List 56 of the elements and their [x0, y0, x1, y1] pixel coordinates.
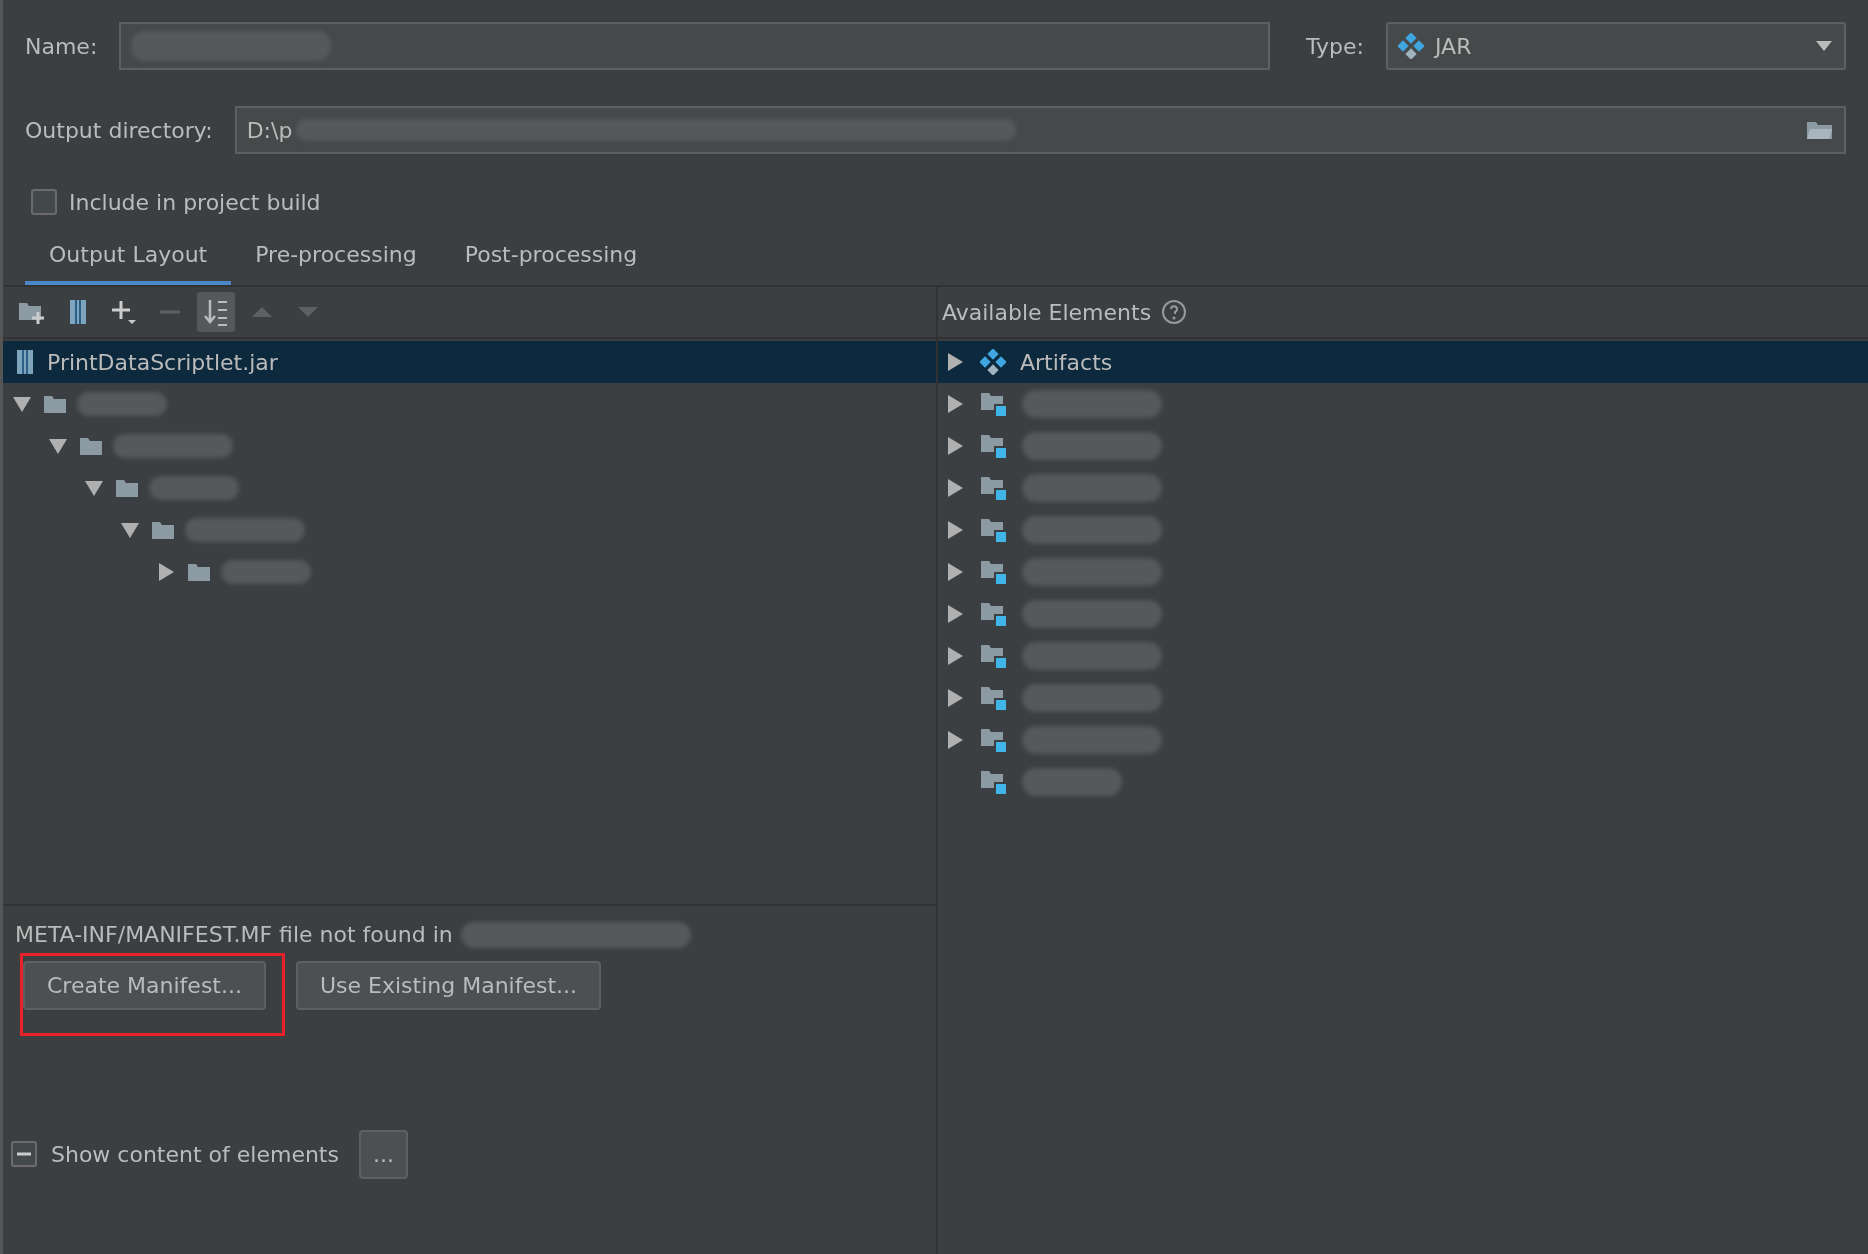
module-folder-icon — [980, 474, 1008, 502]
checkbox[interactable] — [11, 1141, 37, 1167]
module-folder-icon — [980, 390, 1008, 418]
tab[interactable]: Output Layout — [25, 230, 232, 285]
jar-icon — [68, 299, 88, 325]
module-folder-icon — [980, 726, 1008, 754]
folder-icon — [115, 477, 139, 499]
checkbox-label: Include in project build — [69, 188, 321, 217]
tab[interactable]: Pre-processing — [231, 230, 441, 285]
collapse-arrow-icon[interactable] — [83, 478, 105, 498]
output-directory-field[interactable]: D:\p — [234, 106, 1846, 154]
folder-plus-icon — [18, 300, 46, 324]
folder-icon — [151, 519, 175, 541]
output-directory-label: Output directory: — [25, 116, 213, 145]
collapse-arrow-icon[interactable] — [11, 394, 33, 414]
folder-icon[interactable] — [1806, 119, 1834, 141]
tree-item-label: Artifacts — [1020, 348, 1113, 377]
tree-item-label: PrintDataScriptlet.jar — [47, 348, 278, 377]
folder-icon — [43, 393, 67, 415]
module-folder-icon — [980, 768, 1008, 796]
up-arrow-icon — [251, 306, 273, 318]
diamond-icon — [980, 349, 1006, 375]
error-message: META-INF/MANIFEST.MF file not found in — [15, 921, 453, 949]
name-field[interactable] — [119, 22, 1271, 70]
collapse-arrow-icon[interactable] — [47, 436, 69, 456]
minus-icon — [17, 1152, 31, 1156]
name-label: Name: — [25, 32, 98, 61]
checkbox[interactable] — [31, 189, 57, 215]
create-manifest-button[interactable]: Create Manifest... — [23, 961, 266, 1010]
diamond-icon — [1398, 33, 1424, 59]
module-folder-icon — [980, 558, 1008, 586]
module-folder-icon — [980, 642, 1008, 670]
minus-icon — [159, 309, 181, 315]
module-folder-icon — [980, 600, 1008, 628]
type-label: Type: — [1306, 32, 1364, 61]
jar-icon — [15, 349, 35, 375]
sort-button[interactable] — [197, 292, 235, 332]
panel-title: Available Elements — [942, 298, 1152, 327]
more-button[interactable]: ... — [358, 1129, 408, 1179]
type-dropdown[interactable]: JAR — [1386, 22, 1846, 70]
module-folder-icon — [980, 516, 1008, 544]
tree-row[interactable]: Artifacts — [938, 341, 1868, 383]
tree-row[interactable]: PrintDataScriptlet.jar — [3, 341, 936, 383]
folder-icon — [187, 561, 211, 583]
collapse-arrow-icon[interactable] — [119, 520, 141, 540]
module-folder-icon — [980, 432, 1008, 460]
down-arrow-icon — [297, 306, 319, 318]
help-icon[interactable] — [1161, 299, 1188, 325]
use-existing-manifest-button[interactable]: Use Existing Manifest... — [295, 961, 602, 1010]
caret-icon — [1814, 40, 1834, 52]
checkbox-label: Show content of elements — [51, 1140, 339, 1169]
folder-icon — [79, 435, 103, 457]
plus-icon — [110, 298, 138, 326]
module-folder-icon — [980, 684, 1008, 712]
sort-icon — [203, 298, 229, 326]
tab[interactable]: Post-processing — [440, 230, 662, 285]
